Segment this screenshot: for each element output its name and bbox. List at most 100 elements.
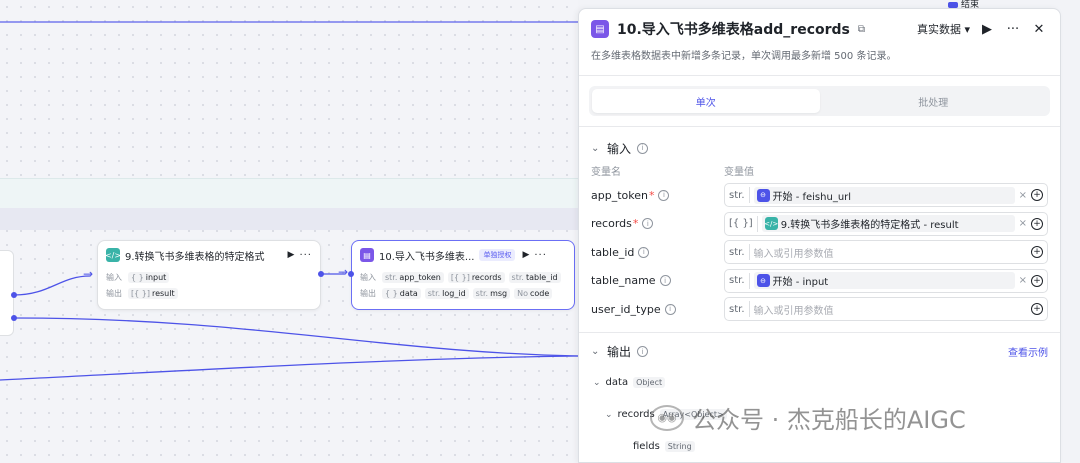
workflow-canvas[interactable]: → </> 9.转换飞书多维表格的特定格式 ▶ ··· 输入 { } input …	[0, 0, 578, 463]
info-icon: i	[664, 303, 676, 315]
type-selector[interactable]: str.	[729, 187, 750, 204]
node-10-output-row: 输出 { } data str. log_id str. msg No code	[352, 285, 574, 301]
type-selector[interactable]: str.	[729, 301, 750, 318]
tree-node-data[interactable]: ⌄ data Object	[593, 367, 1060, 399]
param-name: records * i	[591, 217, 724, 230]
table-id-value-field[interactable]: str. 输入或引用参数值 +	[724, 240, 1048, 265]
tab-batch[interactable]: 批处理	[820, 89, 1048, 113]
input-column-headers: 变量名 变量值	[579, 163, 1060, 181]
run-icon[interactable]: ▶	[978, 22, 996, 37]
output-label: 输出	[106, 288, 122, 298]
input-row-records: records * i [{ }] </> 9.转换飞书多维表格的特定格式 - res…	[579, 210, 1060, 239]
tree-node-fields[interactable]: fields String	[593, 431, 1060, 463]
divider	[579, 331, 1060, 333]
panel-description: 在多维表格数据表中新增多条记录，单次调用最多新增 500 条记录。	[591, 51, 897, 62]
arrow-into-node9-icon: →	[83, 267, 94, 281]
arrow-into-node10-icon: →	[338, 265, 349, 279]
node-10-input-row: 输入 str. app_token [{ }] records str. table_…	[352, 269, 574, 285]
field-type: String	[664, 441, 695, 452]
reference-chip[interactable]: ⊖ 开始 - feishu_url	[753, 186, 1015, 204]
records-value-field[interactable]: [{ }] </> 9.转换飞书多维表格的特定格式 - result × +	[724, 211, 1048, 236]
more-icon[interactable]: ···	[1004, 22, 1022, 37]
user-id-type-value-field[interactable]: str. 输入或引用参数值 +	[724, 297, 1048, 322]
node-10-more-button[interactable]: ···	[534, 250, 547, 261]
input-row-user-id-type: user_id_type i str. 输入或引用参数值 +	[579, 295, 1060, 324]
data-mode-select[interactable]: 真实数据 ▾	[917, 21, 970, 37]
node-test-panel: ▤ 10.导入飞书多维表格add_records ⧉ 真实数据 ▾ ▶ ··· …	[578, 8, 1061, 463]
param-name: user_id_type i	[591, 303, 724, 316]
info-icon: i	[658, 189, 670, 201]
value-placeholder[interactable]: 输入或引用参数值	[754, 245, 1027, 260]
info-icon: i	[638, 246, 650, 258]
reference-add-icon[interactable]: +	[1031, 303, 1043, 316]
node-9-output-port[interactable]	[318, 271, 324, 277]
watermark: ◉◉ 公众号 · 杰克船长的AIGC	[650, 400, 966, 435]
node-9-more-button[interactable]: ···	[299, 250, 312, 261]
input-section-title: 输入	[607, 141, 632, 156]
close-icon[interactable]: ✕	[1030, 22, 1048, 37]
code-icon: </>	[764, 217, 778, 231]
code-icon: </>	[105, 248, 121, 262]
input-label: 输入	[360, 272, 376, 282]
watermark-text: 公众号 · 杰克船长的AIGC	[692, 406, 966, 434]
reference-chip[interactable]: </> 9.转换飞书多维表格的特定格式 - result	[761, 215, 1015, 233]
param-tag: str. table_id	[508, 271, 561, 283]
start-node-icon: ⊖	[756, 274, 770, 288]
input-row-app-token: app_token * i str. ⊖ 开始 - feishu_url × +	[579, 181, 1060, 210]
reference-add-icon[interactable]: +	[1031, 217, 1043, 230]
stub-port-2[interactable]	[11, 315, 17, 321]
chevron-down-icon: ⌄	[591, 346, 600, 357]
chevron-down-icon: ⌄	[591, 142, 600, 154]
type-selector[interactable]: [{ }]	[729, 215, 758, 232]
param-tag: [{ }] result	[128, 287, 178, 299]
node-9-header: </> 9.转换飞书多维表格的特定格式 ▶ ···	[98, 241, 320, 269]
type-selector[interactable]: str.	[729, 272, 750, 289]
type-selector[interactable]: str.	[729, 244, 750, 261]
clear-icon[interactable]: ×	[1019, 218, 1027, 229]
field-name: fields	[633, 441, 660, 452]
param-name: app_token * i	[591, 189, 724, 202]
chevron-down-icon: ⌄	[605, 409, 613, 420]
info-icon: i	[659, 275, 671, 287]
param-tag: str. app_token	[382, 271, 444, 283]
node-9-output-row: 输出 [{ }] result	[98, 285, 320, 301]
node-10-title: 10.导入飞书多维表...	[379, 251, 475, 263]
node-10-input-port[interactable]	[348, 271, 354, 277]
node-10-add-records[interactable]: ▤ 10.导入飞书多维表... 单独授权 ▶ ··· 输入 str. app_to…	[351, 240, 575, 310]
end-node-peek[interactable]: 结束	[948, 0, 998, 8]
output-section-header[interactable]: ⌄ 输出 i 查看示例	[579, 337, 1060, 367]
output-section-title: 输出	[607, 345, 632, 359]
node-9-transform[interactable]: </> 9.转换飞书多维表格的特定格式 ▶ ··· 输入 { } input 输出…	[97, 240, 321, 310]
view-example-link[interactable]: 查看示例	[1008, 344, 1048, 359]
app-token-value-field[interactable]: str. ⊖ 开始 - feishu_url × +	[724, 183, 1048, 208]
tab-single[interactable]: 单次	[592, 89, 820, 113]
input-section-header[interactable]: ⌄ 输入 i	[579, 133, 1060, 163]
reference-add-icon[interactable]: +	[1031, 189, 1043, 202]
chevron-down-icon: ⌄	[593, 377, 601, 388]
table-name-value-field[interactable]: str. ⊖ 开始 - input × +	[724, 268, 1048, 293]
separate-auth-pill[interactable]: 单独授权	[479, 249, 516, 261]
param-tag: [{ }] records	[447, 271, 505, 283]
col-variable-name: 变量名	[591, 167, 621, 178]
wire-stub-to-end	[13, 317, 578, 357]
panel-header: ▤ 10.导入飞书多维表格add_records ⧉ 真实数据 ▾ ▶ ··· …	[579, 9, 1060, 49]
clear-icon[interactable]: ×	[1019, 275, 1027, 286]
param-name: table_name i	[591, 274, 724, 287]
output-label: 输出	[360, 288, 376, 298]
stub-port-1[interactable]	[11, 292, 17, 298]
wire-stub-to-node9	[13, 275, 91, 296]
reference-add-icon[interactable]: +	[1031, 246, 1043, 259]
col-variable-value: 变量值	[724, 167, 754, 178]
node-9-run-button[interactable]: ▶	[288, 250, 295, 260]
reference-add-icon[interactable]: +	[1031, 274, 1043, 287]
connection-wires	[0, 21, 578, 381]
clear-icon[interactable]: ×	[1019, 190, 1027, 201]
table-icon: ▤	[360, 248, 374, 262]
node-10-run-button[interactable]: ▶	[522, 250, 529, 260]
value-placeholder[interactable]: 输入或引用参数值	[754, 302, 1027, 317]
info-icon: i	[637, 142, 649, 154]
copy-icon[interactable]: ⧉	[858, 24, 865, 35]
param-tag: { } input	[128, 271, 170, 283]
reference-chip[interactable]: ⊖ 开始 - input	[753, 272, 1015, 290]
divider	[579, 75, 1060, 76]
